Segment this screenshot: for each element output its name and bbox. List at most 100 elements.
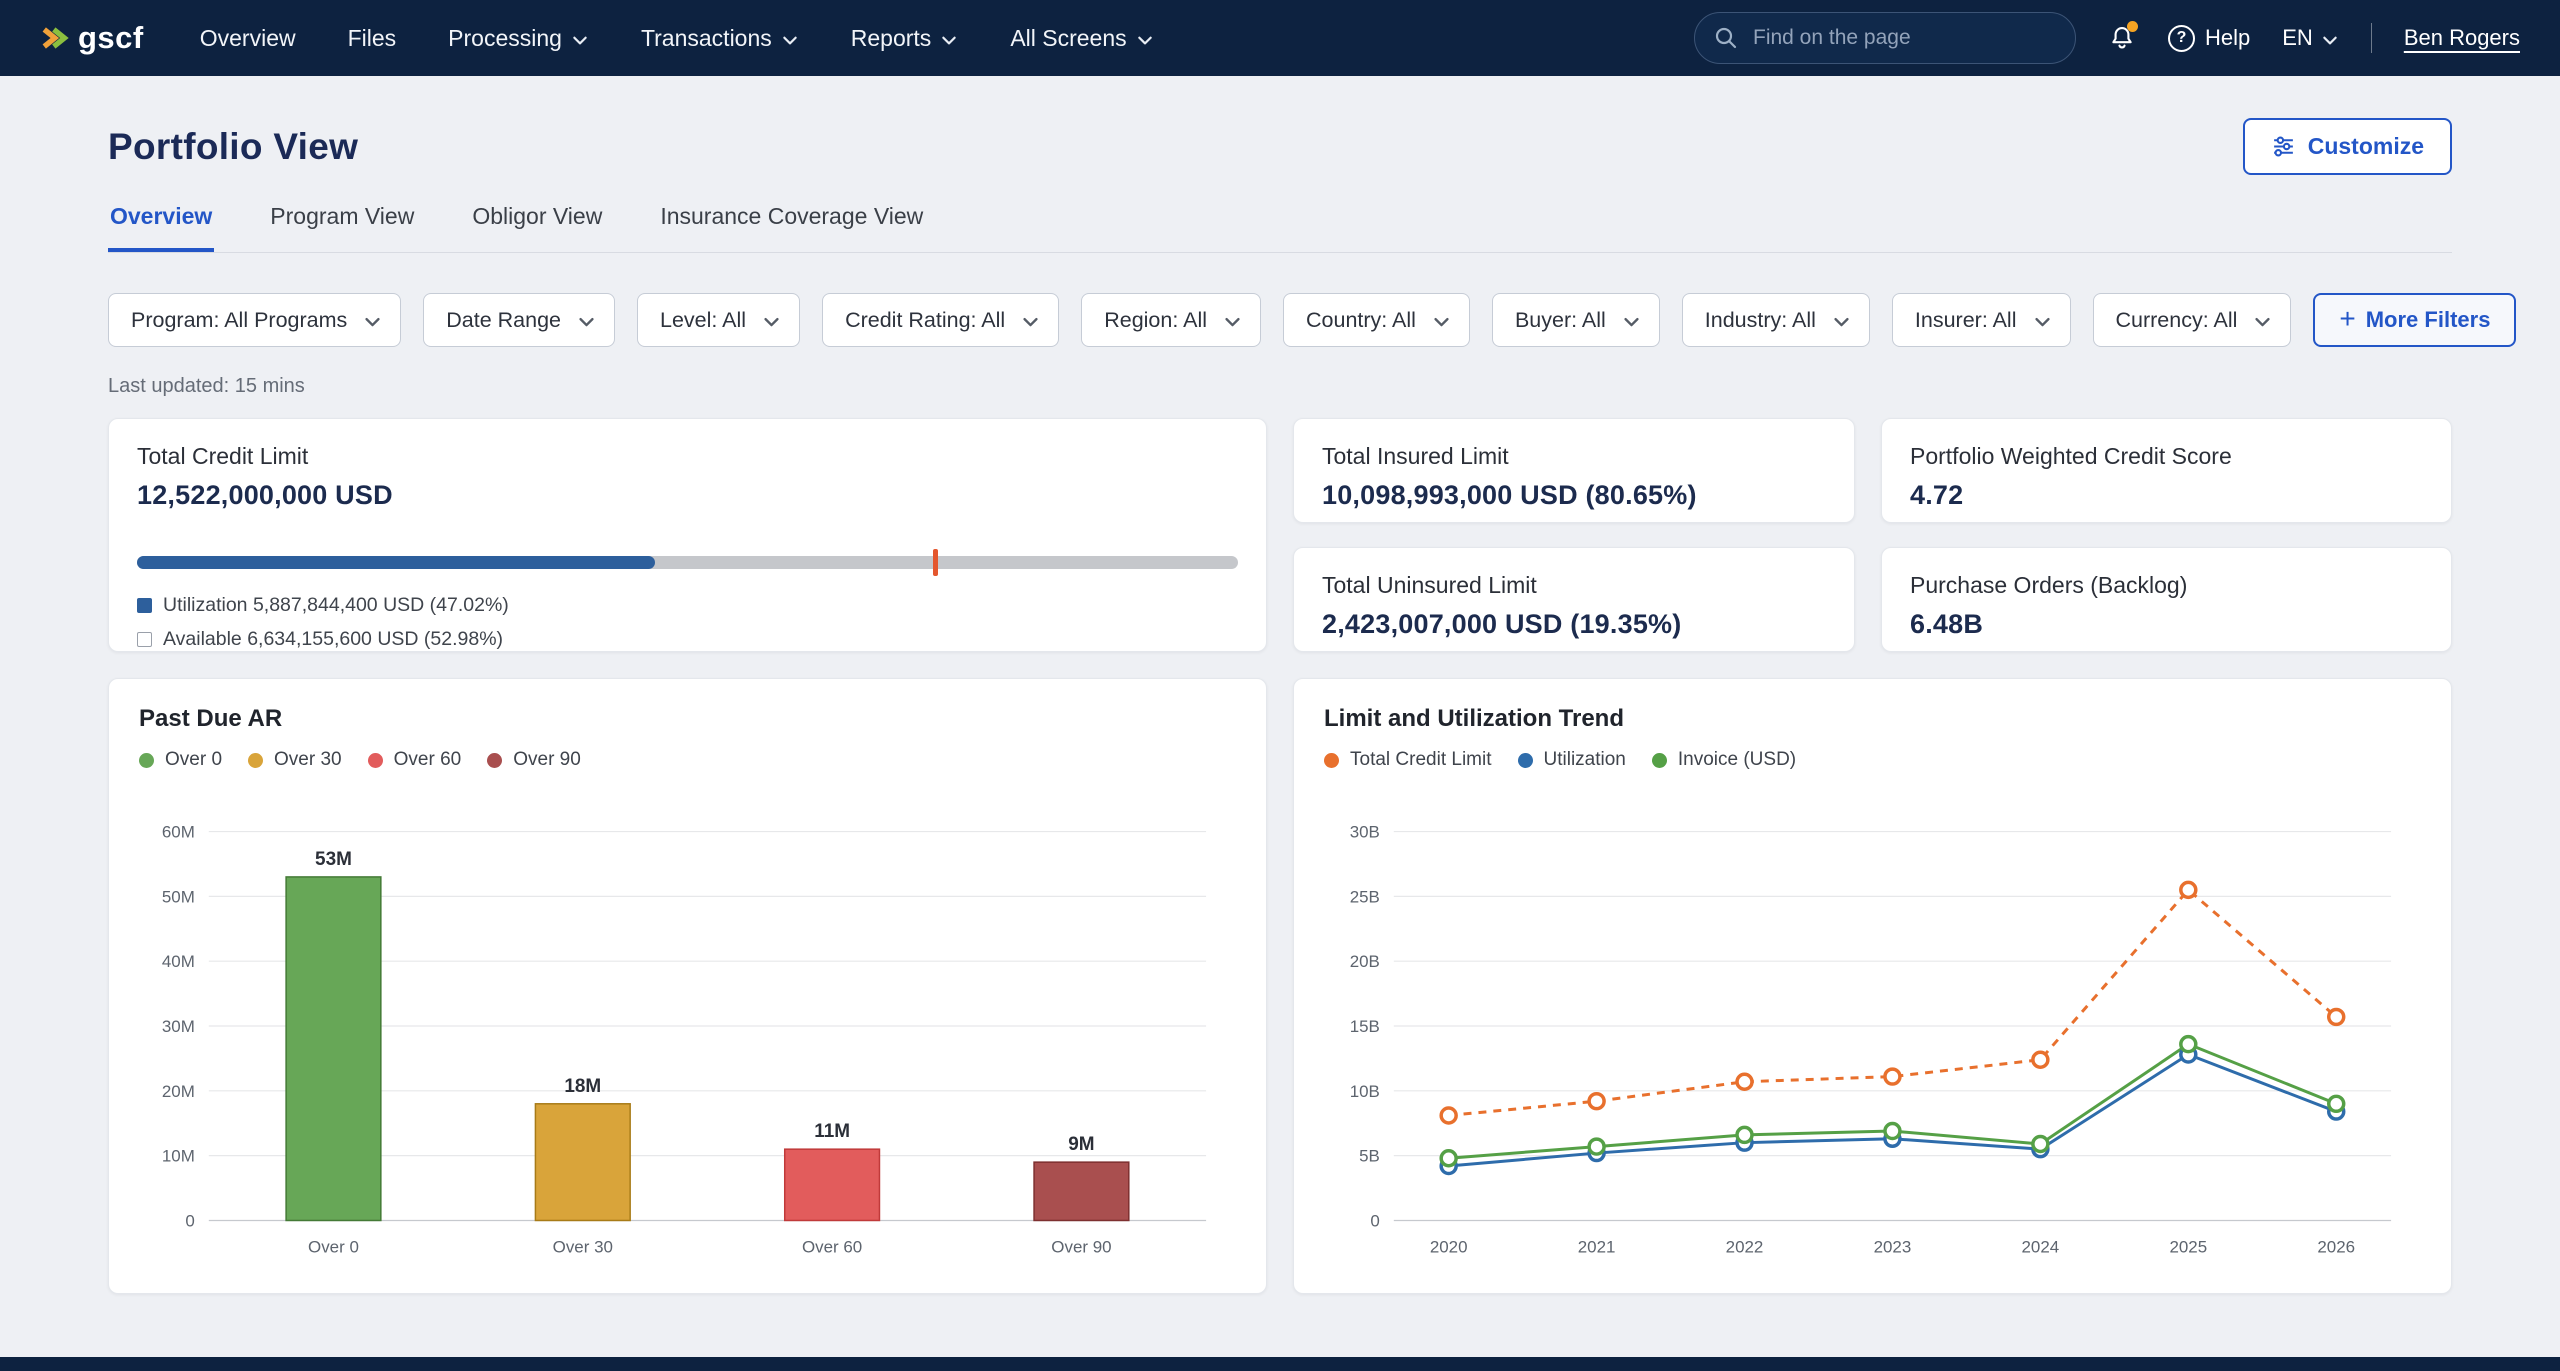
tab-program-view[interactable]: Program View: [268, 203, 416, 252]
svg-text:30M: 30M: [162, 1017, 195, 1036]
chevron-down-icon: [1223, 312, 1242, 331]
filter-label: Region: All: [1104, 308, 1207, 333]
customize-button[interactable]: Customize: [2243, 118, 2452, 175]
total-credit-limit-card: Total Credit Limit 12,522,000,000 USD Ut…: [108, 418, 1267, 652]
svg-text:2024: 2024: [2022, 1237, 2060, 1256]
chevron-down-icon: [1432, 312, 1451, 331]
help-button[interactable]: ? Help: [2168, 25, 2250, 52]
kpi-grid: Total Credit Limit 12,522,000,000 USD Ut…: [108, 418, 2452, 652]
legend-label: Over 60: [394, 749, 462, 771]
filter-insurer-all[interactable]: Insurer: All: [1892, 293, 2071, 347]
divider: [2371, 23, 2372, 53]
card-title: Total Credit Limit: [137, 443, 1238, 470]
svg-text:Over 90: Over 90: [1051, 1237, 1111, 1256]
legend-label: Over 30: [274, 749, 342, 771]
more-filters-label: More Filters: [2366, 307, 2491, 333]
charts-row: Past Due AR Over 0Over 30Over 60Over 90 …: [108, 678, 2452, 1294]
filter-level-all[interactable]: Level: All: [637, 293, 800, 347]
page-title: Portfolio View: [108, 126, 358, 168]
filter-label: Level: All: [660, 308, 746, 333]
nav-item-all-screens[interactable]: All Screens: [1010, 25, 1153, 52]
sliders-icon: [2271, 134, 2296, 159]
notifications-button[interactable]: [2108, 24, 2136, 52]
legend-item-over-60: Over 60: [368, 749, 462, 771]
footer-bar: [0, 1357, 2560, 1371]
logo-text: gscf: [78, 20, 144, 56]
nav-item-label: Reports: [851, 25, 932, 52]
chevron-down-icon: [2321, 31, 2339, 49]
utilization-progress-bar: [137, 549, 1238, 576]
total-insured-card: Total Insured Limit 10,098,993,000 USD (…: [1293, 418, 1855, 523]
svg-text:2020: 2020: [1430, 1237, 1468, 1256]
help-icon: ?: [2168, 25, 2195, 52]
filter-industry-all[interactable]: Industry: All: [1682, 293, 1870, 347]
svg-text:20M: 20M: [162, 1082, 195, 1101]
legend-swatch: [137, 598, 152, 613]
filter-label: Insurer: All: [1915, 308, 2017, 333]
legend-swatch: [137, 632, 152, 647]
svg-text:2025: 2025: [2169, 1237, 2207, 1256]
card-title: Total Uninsured Limit: [1322, 572, 1826, 599]
filter-currency-all[interactable]: Currency: All: [2093, 293, 2292, 347]
filter-buyer-all[interactable]: Buyer: All: [1492, 293, 1660, 347]
chevron-down-icon: [571, 31, 589, 49]
progress-marker: [933, 549, 938, 576]
nav-item-files[interactable]: Files: [348, 25, 397, 52]
more-filters-button[interactable]: + More Filters: [2313, 293, 2516, 347]
filter-country-all[interactable]: Country: All: [1283, 293, 1470, 347]
filter-date-range[interactable]: Date Range: [423, 293, 615, 347]
legend-swatch: [139, 753, 154, 768]
filter-label: Credit Rating: All: [845, 308, 1005, 333]
legend-swatch: [1324, 753, 1339, 768]
legend-label: Utilization 5,887,844,400 USD (47.02%): [163, 594, 509, 617]
card-value: 10,098,993,000 USD (80.65%): [1322, 480, 1826, 511]
past-due-ar-legend: Over 0 Over 30 Over 60 Over 90: [139, 749, 1236, 771]
legend-item-over-90: Over 90: [487, 749, 581, 771]
customize-label: Customize: [2308, 133, 2424, 160]
nav-item-overview[interactable]: Overview: [200, 25, 296, 52]
filter-region-all[interactable]: Region: All: [1081, 293, 1261, 347]
nav-item-processing[interactable]: Processing: [448, 25, 589, 52]
card-value: 12,522,000,000 USD: [137, 480, 1238, 511]
svg-text:20B: 20B: [1350, 952, 1380, 971]
legend-label: Over 0: [165, 749, 222, 771]
svg-text:40M: 40M: [162, 952, 195, 971]
tab-obligor-view[interactable]: Obligor View: [470, 203, 604, 252]
language-selector[interactable]: EN: [2282, 25, 2339, 51]
search-input[interactable]: [1694, 12, 2076, 64]
trend-legend: Total Credit LimitUtilizationInvoice (US…: [1324, 749, 2421, 771]
chevron-down-icon: [1021, 312, 1040, 331]
nav-item-transactions[interactable]: Transactions: [641, 25, 799, 52]
filter-label: Buyer: All: [1515, 308, 1606, 333]
legend-label: Utilization: [1544, 749, 1626, 771]
chevron-down-icon: [363, 312, 382, 331]
filter-credit-rating-all[interactable]: Credit Rating: All: [822, 293, 1059, 347]
past-due-ar-chart: 010M20M30M40M50M60M53MOver 018MOver 3011…: [139, 785, 1236, 1273]
title-row: Portfolio View Customize: [108, 118, 2452, 175]
filter-bar: Program: All Programs Date Range Level: Al…: [108, 293, 2452, 347]
tab-insurance-coverage-view[interactable]: Insurance Coverage View: [658, 203, 925, 252]
plus-icon: +: [2339, 305, 2355, 333]
card-title: Total Insured Limit: [1322, 443, 1826, 470]
legend-swatch: [1652, 753, 1667, 768]
logo[interactable]: gscf: [40, 20, 144, 56]
purchase-orders-card: Purchase Orders (Backlog) 6.48B: [1881, 547, 2452, 652]
chevron-down-icon: [781, 31, 799, 49]
notification-dot: [2127, 21, 2138, 32]
filter-label: Date Range: [446, 308, 561, 333]
svg-text:2023: 2023: [1874, 1237, 1912, 1256]
svg-text:0: 0: [185, 1211, 194, 1230]
card-title: Purchase Orders (Backlog): [1910, 572, 2423, 599]
total-uninsured-card: Total Uninsured Limit 2,423,007,000 USD …: [1293, 547, 1855, 652]
svg-text:2022: 2022: [1726, 1237, 1764, 1256]
nav-item-reports[interactable]: Reports: [851, 25, 959, 52]
filter-program-all-programs[interactable]: Program: All Programs: [108, 293, 401, 347]
tab-overview[interactable]: Overview: [108, 203, 214, 252]
user-menu[interactable]: Ben Rogers: [2404, 25, 2520, 51]
chevron-down-icon: [2033, 312, 2052, 331]
filter-label: Industry: All: [1705, 308, 1816, 333]
chevron-down-icon: [1136, 31, 1154, 49]
legend-item-available-6-634-155-600-usd-52-98: Available 6,634,155,600 USD (52.98%): [137, 628, 1238, 651]
legend-swatch: [368, 753, 383, 768]
svg-text:9M: 9M: [1068, 1134, 1094, 1155]
